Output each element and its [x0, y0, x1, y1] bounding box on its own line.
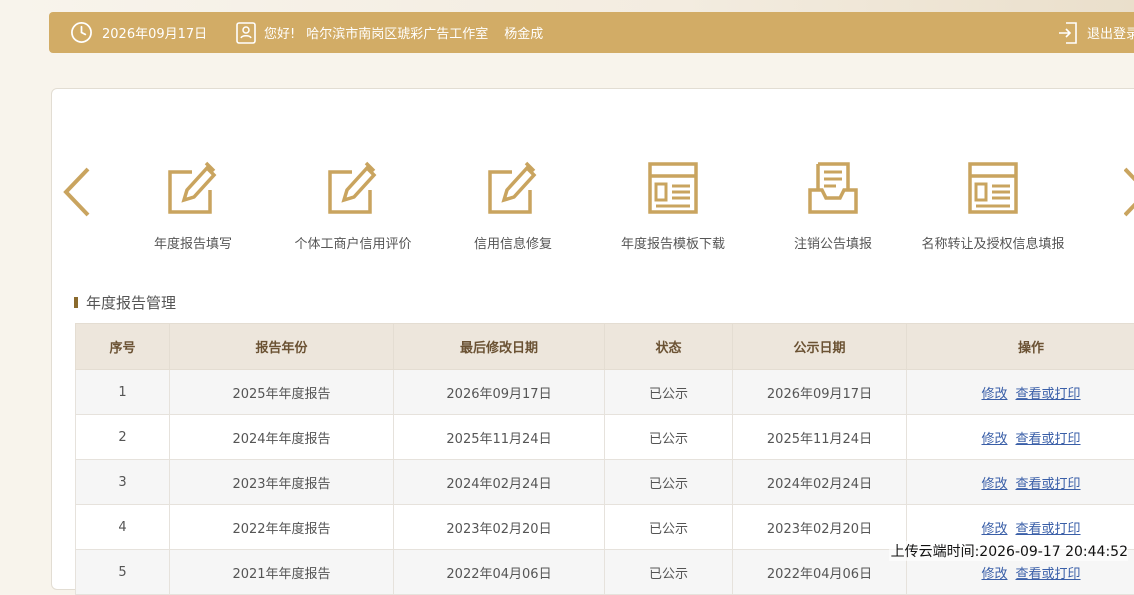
upload-time-overlay: 上传云端时间:2026-09-17 20:44:52 — [889, 541, 1128, 561]
view-print-link[interactable]: 查看或打印 — [1016, 477, 1081, 492]
view-print-link[interactable]: 查看或打印 — [1016, 567, 1081, 582]
quick-link-label: 名称转让及授权信息填报 — [913, 233, 1073, 252]
quick-link-template-download[interactable]: 年度报告模板下载 — [593, 160, 753, 252]
quick-link-annual-report[interactable]: 年度报告填写 — [113, 160, 273, 252]
cell-status: 已公示 — [605, 505, 733, 550]
cell-published: 2024年02月24日 — [733, 460, 907, 505]
quick-link-label: 个体工商户信用评价 — [273, 233, 433, 252]
cell-status: 已公示 — [605, 460, 733, 505]
cell-status: 已公示 — [605, 415, 733, 460]
quick-link-label: 年度报告填写 — [113, 233, 273, 252]
quick-link-label: 注销公告填报 — [753, 233, 913, 252]
cell-year: 2024年年度报告 — [170, 415, 394, 460]
title-marker — [74, 297, 78, 308]
cell-modified: 2022年04月06日 — [394, 550, 605, 595]
cell-no: 5 — [76, 550, 170, 595]
date-display: 2026年09月17日 — [70, 12, 207, 53]
quick-link-credit-repair[interactable]: 信用信息修复 — [433, 160, 593, 252]
view-print-link[interactable]: 查看或打印 — [1016, 387, 1081, 402]
clock-icon — [70, 21, 93, 44]
logout-label: 退出登录 — [1087, 23, 1134, 42]
edit-link[interactable]: 修改 — [981, 387, 1007, 402]
logout-button[interactable]: 退出登录 — [1058, 12, 1134, 53]
inbox-icon — [806, 160, 860, 216]
cell-year: 2023年年度报告 — [170, 460, 394, 505]
cell-year: 2021年年度报告 — [170, 550, 394, 595]
chevron-right-icon — [1124, 166, 1134, 218]
table-header-row: 序号 报告年份 最后修改日期 状态 公示日期 操作 — [76, 324, 1134, 370]
cell-no: 1 — [76, 370, 170, 415]
col-header-actions: 操作 — [907, 324, 1134, 370]
cell-actions: 修改查看或打印 — [907, 460, 1134, 505]
logout-icon — [1058, 22, 1078, 44]
edit-icon — [486, 160, 540, 216]
cell-published: 2026年09月17日 — [733, 370, 907, 415]
current-date: 2026年09月17日 — [102, 23, 207, 42]
cell-year: 2022年年度报告 — [170, 505, 394, 550]
carousel-next-button[interactable] — [1124, 166, 1134, 222]
edit-link[interactable]: 修改 — [981, 522, 1007, 537]
table-row: 1 2025年年度报告 2026年09月17日 已公示 2026年09月17日 … — [76, 370, 1134, 415]
view-print-link[interactable]: 查看或打印 — [1016, 432, 1081, 447]
quick-link-label: 年度报告模板下载 — [593, 233, 753, 252]
carousel-prev-button[interactable] — [62, 166, 92, 222]
cell-status: 已公示 — [605, 370, 733, 415]
quick-link-credit-rating[interactable]: 个体工商户信用评价 — [273, 160, 433, 252]
user-name: 杨金成 — [504, 23, 543, 42]
cell-modified: 2026年09月17日 — [394, 370, 605, 415]
section-title-text: 年度报告管理 — [86, 292, 176, 313]
view-print-link[interactable]: 查看或打印 — [1016, 522, 1081, 537]
col-header-published: 公示日期 — [733, 324, 907, 370]
chevron-left-icon — [62, 166, 92, 218]
greeting-text: 您好! — [264, 23, 295, 42]
cell-no: 2 — [76, 415, 170, 460]
page-background-strip — [0, 0, 1134, 12]
user-greeting: 您好! 哈尔滨市南岗区琥彩广告工作室 杨金成 — [236, 12, 543, 53]
cell-modified: 2023年02月20日 — [394, 505, 605, 550]
cell-published: 2022年04月06日 — [733, 550, 907, 595]
cell-status: 已公示 — [605, 550, 733, 595]
quick-link-label: 信用信息修复 — [433, 233, 593, 252]
cell-published: 2025年11月24日 — [733, 415, 907, 460]
col-header-no: 序号 — [76, 324, 170, 370]
col-header-status: 状态 — [605, 324, 733, 370]
cell-published: 2023年02月20日 — [733, 505, 907, 550]
cell-no: 4 — [76, 505, 170, 550]
section-title: 年度报告管理 — [74, 292, 176, 313]
edit-link[interactable]: 修改 — [981, 432, 1007, 447]
company-name: 哈尔滨市南岗区琥彩广告工作室 — [306, 23, 488, 42]
cell-no: 3 — [76, 460, 170, 505]
cell-actions: 修改查看或打印 — [907, 370, 1134, 415]
id-card-icon — [236, 22, 256, 44]
template-icon — [646, 160, 700, 216]
table-row: 2 2024年年度报告 2025年11月24日 已公示 2025年11月24日 … — [76, 415, 1134, 460]
template-icon — [966, 160, 1020, 216]
edit-link[interactable]: 修改 — [981, 567, 1007, 582]
cell-modified: 2025年11月24日 — [394, 415, 605, 460]
edit-link[interactable]: 修改 — [981, 477, 1007, 492]
table-row: 3 2023年年度报告 2024年02月24日 已公示 2024年02月24日 … — [76, 460, 1134, 505]
cell-modified: 2024年02月24日 — [394, 460, 605, 505]
col-header-modified: 最后修改日期 — [394, 324, 605, 370]
edit-icon — [166, 160, 220, 216]
quick-link-cancellation-notice[interactable]: 注销公告填报 — [753, 160, 913, 252]
col-header-year: 报告年份 — [170, 324, 394, 370]
top-bar: 2026年09月17日 您好! 哈尔滨市南岗区琥彩广告工作室 杨金成 退出登录 — [49, 12, 1134, 53]
cell-year: 2025年年度报告 — [170, 370, 394, 415]
quick-link-name-transfer[interactable]: 名称转让及授权信息填报 — [913, 160, 1073, 252]
edit-icon — [326, 160, 380, 216]
cell-actions: 修改查看或打印 — [907, 415, 1134, 460]
